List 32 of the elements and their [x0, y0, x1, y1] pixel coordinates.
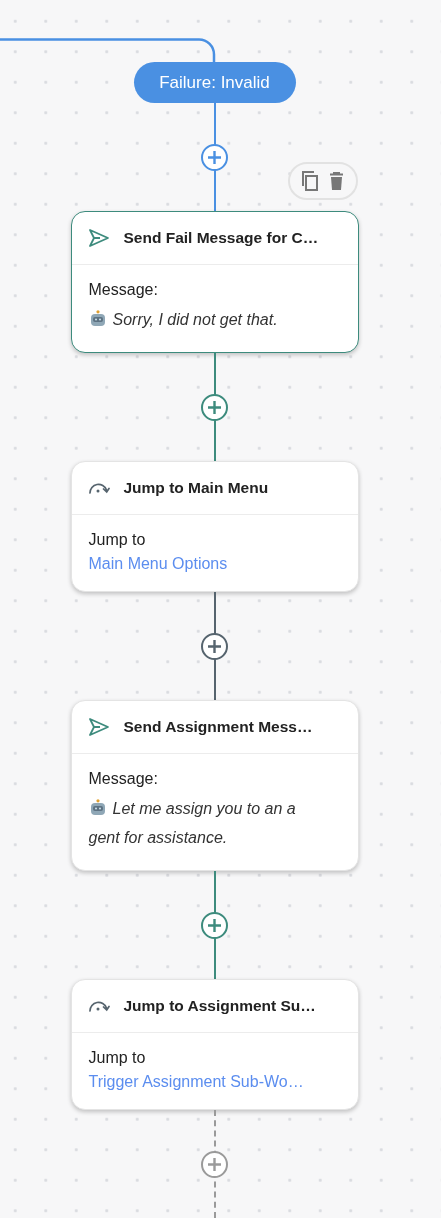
step-title: Send Assignment Mess…: [123, 718, 313, 736]
plus-icon: [207, 399, 222, 415]
add-step-button[interactable]: [201, 632, 228, 660]
step-card[interactable]: Jump to Assignment Su… Jump to Trigger Assignment Sub-Wo…: [70, 979, 359, 1110]
robot-icon: [88, 799, 107, 816]
step-card[interactable]: Send Fail Message for C… Message: Sorry, I did not get that.: [70, 211, 359, 353]
plus-icon: [207, 149, 222, 165]
copy-button[interactable]: [301, 171, 319, 191]
delete-button[interactable]: [329, 172, 344, 190]
add-step-button[interactable]: [201, 1150, 228, 1178]
field-label: Jump to: [88, 1049, 147, 1067]
add-step-button[interactable]: [201, 393, 228, 421]
message-text: Sorry, I did not get that.: [88, 305, 341, 334]
add-step-button[interactable]: [201, 143, 228, 171]
field-label: Message:: [88, 281, 159, 299]
plus-icon: [207, 1156, 222, 1172]
step-title: Jump to Assignment Su…: [123, 997, 316, 1015]
field-label: Message:: [88, 770, 159, 788]
step-title: Send Fail Message for C…: [123, 229, 319, 247]
add-step-button[interactable]: [201, 911, 228, 939]
message-text: Let me assign you to an agent for assistance.: [88, 798, 297, 848]
step-card[interactable]: Send Assignment Mess… Message: Let me assign you to an agent for assistance.: [70, 700, 359, 871]
paper-plane-icon: [87, 228, 110, 248]
robot-icon: [88, 310, 107, 327]
step-title: Jump to Main Menu: [123, 479, 269, 497]
jump-arrow-icon: [87, 999, 110, 1013]
plus-icon: [207, 917, 222, 933]
field-label: Jump to: [88, 531, 147, 549]
jump-arrow-icon: [87, 481, 110, 495]
paper-plane-icon: [87, 717, 110, 737]
step-card[interactable]: Jump to Main Menu Jump to Main Menu Options: [70, 461, 359, 592]
plus-icon: [207, 638, 222, 654]
